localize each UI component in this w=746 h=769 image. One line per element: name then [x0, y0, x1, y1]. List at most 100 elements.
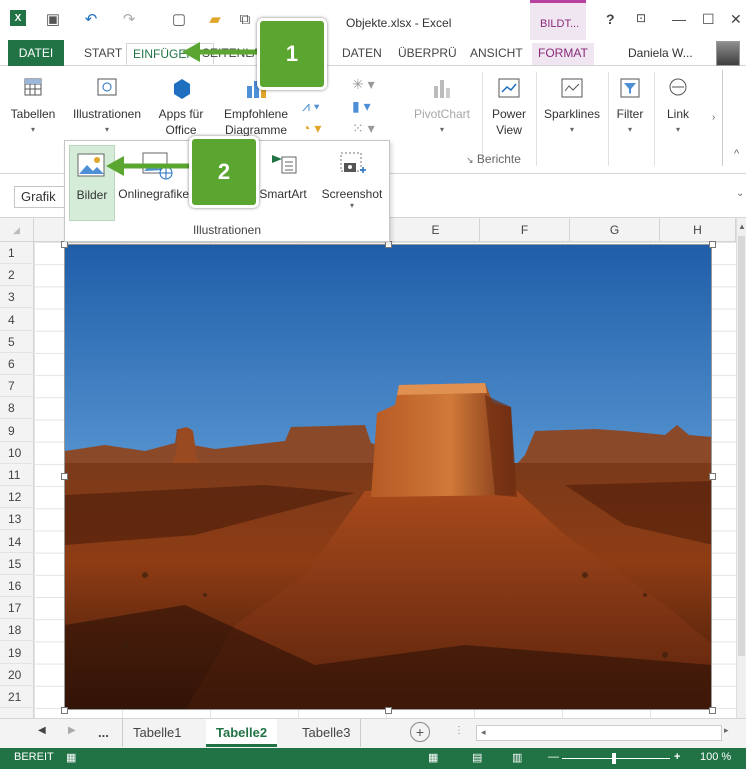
tab-start[interactable]: START	[78, 43, 128, 65]
row-header[interactable]: 6	[0, 353, 34, 375]
zoom-in-icon[interactable]: +	[674, 751, 680, 763]
filter-button[interactable]: Filter ▾	[610, 76, 650, 138]
new-sheet-icon[interactable]: +	[410, 722, 430, 742]
sheet-scroll-right-icon[interactable]: ▶	[68, 725, 76, 736]
resize-handle-top-left[interactable]	[61, 241, 68, 248]
resize-handle-bottom-left[interactable]	[61, 707, 68, 714]
expand-formula-bar-icon[interactable]: ⌄	[736, 188, 744, 199]
vertical-scrollbar[interactable]: ▲	[736, 218, 746, 718]
pie-chart-icon[interactable]: ◔ ▾	[302, 120, 321, 136]
redo-icon[interactable]: ↷	[120, 10, 138, 28]
scroll-thumb[interactable]	[738, 236, 745, 656]
bilder-button[interactable]: Bilder	[69, 145, 115, 221]
tab-ansicht[interactable]: ANSICHT	[464, 43, 529, 65]
column-header-f[interactable]: F	[480, 218, 570, 242]
link-button[interactable]: Link ▾	[658, 76, 698, 138]
column-chart-icon[interactable]: ▮ ▾	[352, 98, 371, 114]
tab-split-handle[interactable]: ⋮	[454, 725, 464, 736]
row-header[interactable]: 9	[0, 420, 34, 442]
power-view-button[interactable]: Power View	[486, 76, 532, 138]
avatar[interactable]	[716, 41, 740, 66]
hscroll-right-icon[interactable]: ▸	[724, 725, 729, 736]
row-header[interactable]: 16	[0, 575, 34, 597]
resize-handle-bottom[interactable]	[385, 707, 392, 714]
tabellen-button[interactable]: Tabellen ▾	[8, 76, 58, 138]
row-header[interactable]: 14	[0, 531, 34, 553]
row-header[interactable]: 1	[0, 242, 34, 264]
row-header[interactable]: 15	[0, 553, 34, 575]
undo-icon[interactable]: ↶	[82, 10, 100, 28]
macro-record-icon[interactable]: ▦	[66, 751, 76, 764]
line-chart-icon[interactable]: ⩘ ▾	[302, 98, 320, 114]
screenshot-button[interactable]: Screenshot ▾	[317, 145, 387, 221]
row-header[interactable]: 10	[0, 442, 34, 464]
radar-chart-icon[interactable]: ✳ ▾	[352, 76, 375, 92]
apps-fuer-office-button[interactable]: Apps für Office	[154, 76, 208, 138]
onlinegrafiken-button[interactable]: Onlinegrafiken	[117, 145, 197, 221]
resize-handle-top[interactable]	[385, 241, 392, 248]
row-header[interactable]: 21	[0, 686, 34, 708]
row-header[interactable]: 3	[0, 286, 34, 309]
smartart-button[interactable]: SmartArt	[249, 145, 317, 221]
resize-handle-bottom-right[interactable]	[709, 707, 716, 714]
row-header[interactable]: 12	[0, 486, 34, 509]
dialog-launcher-icon[interactable]: ↘	[466, 155, 474, 165]
scatter-chart-icon[interactable]: ⁙ ▾	[352, 120, 375, 136]
horizontal-scrollbar[interactable]: ◂	[476, 725, 722, 741]
collapse-ribbon-icon[interactable]: ^	[734, 148, 739, 160]
new-file-icon[interactable]: ▢	[170, 10, 188, 28]
select-all-corner[interactable]: ◢	[0, 218, 34, 242]
row-header[interactable]: 17	[0, 597, 34, 620]
row-header[interactable]: 19	[0, 642, 34, 664]
open-folder-icon[interactable]: ▰	[206, 10, 224, 28]
zoom-slider-thumb[interactable]	[612, 753, 616, 764]
normal-view-icon[interactable]: ▦	[428, 751, 438, 764]
sheet-scroll-left-icon[interactable]: ◀	[38, 725, 46, 736]
sheet-tab-tabelle3[interactable]: Tabelle3	[292, 719, 362, 747]
row-header[interactable]: 11	[0, 464, 34, 486]
row-header[interactable]: 7	[0, 375, 34, 398]
page-layout-view-icon[interactable]: ▤	[472, 751, 482, 764]
pivotchart-label: PivotChart	[413, 107, 471, 121]
user-name[interactable]: Daniela W...	[628, 46, 693, 60]
worksheet-grid[interactable]: ◢ E F G H 1 2 3 4 5 6 7 8 9 10 11 12 13 14 15 16 17 18 19 2…	[0, 218, 746, 718]
minimize-icon[interactable]: —	[672, 11, 686, 27]
sheet-tab-ellipsis[interactable]: ...	[88, 719, 119, 747]
zoom-out-icon[interactable]: —	[548, 751, 559, 763]
ribbon-display-options-icon[interactable]: ⊡	[636, 11, 646, 25]
zoom-slider[interactable]	[562, 758, 670, 759]
resize-handle-left[interactable]	[61, 473, 68, 480]
hscroll-left-icon[interactable]: ◂	[481, 727, 486, 738]
sparklines-button[interactable]: Sparklines ▾	[538, 76, 606, 138]
page-break-view-icon[interactable]: ▥	[512, 751, 522, 764]
row-header[interactable]: 4	[0, 309, 34, 331]
inserted-picture[interactable]	[64, 244, 712, 710]
maximize-icon[interactable]: ☐	[702, 11, 715, 28]
pivotchart-button[interactable]: PivotChart ▾	[408, 76, 476, 138]
row-header[interactable]: 8	[0, 397, 34, 420]
sheet-tab-tabelle2[interactable]: Tabelle2	[206, 719, 278, 747]
tab-daten[interactable]: DATEN	[336, 43, 388, 65]
scroll-up-icon[interactable]: ▲	[738, 222, 746, 231]
network-icon[interactable]: ⧉	[236, 10, 254, 28]
row-header[interactable]: 13	[0, 508, 34, 531]
help-button[interactable]: ?	[606, 11, 615, 27]
column-header-h[interactable]: H	[660, 218, 736, 242]
column-header-g[interactable]: G	[570, 218, 660, 242]
tab-ueberpruefen[interactable]: ÜBERPRÜ	[392, 43, 463, 65]
ribbon-scroll-right-icon[interactable]: ›	[712, 112, 715, 123]
zoom-level[interactable]: 100 %	[700, 751, 731, 763]
row-header[interactable]: 5	[0, 331, 34, 353]
tab-datei[interactable]: DATEI	[8, 40, 64, 66]
resize-handle-right[interactable]	[709, 473, 716, 480]
row-header[interactable]: 20	[0, 664, 34, 686]
tab-format[interactable]: FORMAT	[532, 43, 594, 65]
sheet-tab-tabelle1[interactable]: Tabelle1	[122, 719, 191, 747]
resize-handle-top-right[interactable]	[709, 241, 716, 248]
close-icon[interactable]: ✕	[730, 11, 742, 28]
column-header-e[interactable]: E	[392, 218, 480, 242]
row-header[interactable]: 2	[0, 264, 34, 287]
row-header[interactable]: 18	[0, 619, 34, 642]
save-icon[interactable]: ▣	[44, 10, 62, 28]
illustrationen-button[interactable]: Illustrationen ▾	[64, 76, 150, 138]
